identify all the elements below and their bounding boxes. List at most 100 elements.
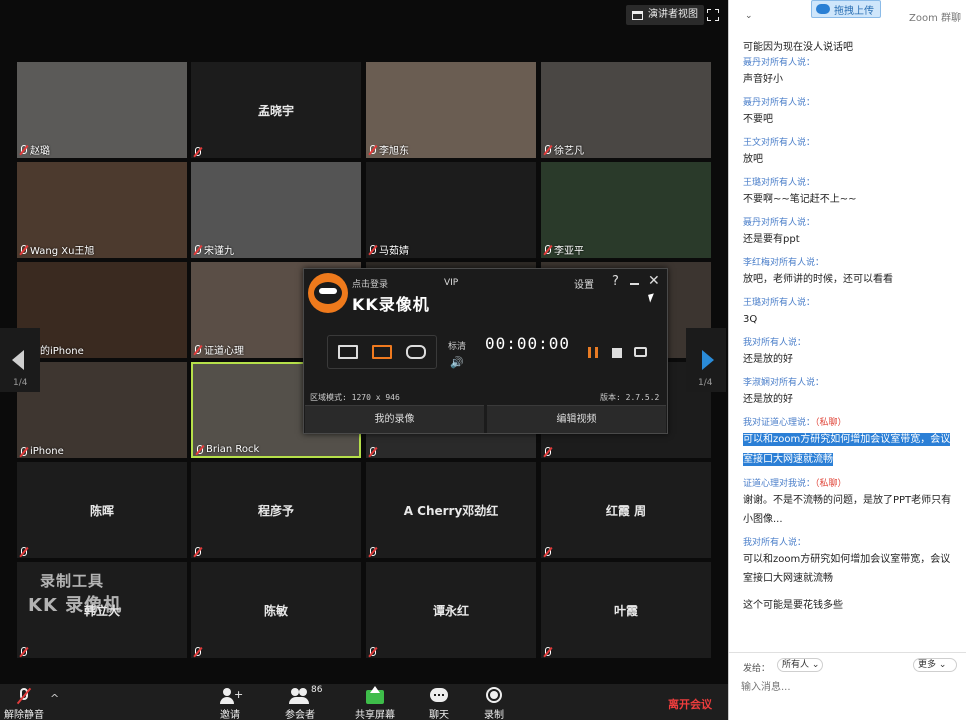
participants-label: 参会者 [285, 710, 315, 720]
vip-badge[interactable]: VIP [444, 278, 458, 288]
chat-sender: 证道心理对我说：（私聊） [743, 478, 953, 491]
speaker-view-button[interactable]: 演讲者视图 [626, 5, 704, 25]
chat-sender: 王文对所有人说： [743, 137, 953, 150]
chat-message: 王璐对所有人说： 不要啊~~笔记赶不上~~ [743, 177, 953, 209]
send-to-select[interactable]: 所有人 ⌄ [777, 658, 823, 672]
chat-text: 还是要有ppt [743, 234, 800, 245]
drag-upload-button[interactable]: 拖拽上传 [811, 0, 881, 18]
participant-label: 宋谨九 [193, 242, 234, 257]
region-mode-icon[interactable] [372, 345, 392, 359]
participant-label: 马茹婧 [368, 242, 409, 257]
muted-mic-icon [543, 547, 552, 557]
edit-video-button[interactable]: 编辑视频 [487, 405, 666, 433]
chat-title: Zoom 群聊 [909, 13, 962, 24]
invite-button[interactable]: + 邀请 [214, 686, 246, 720]
participant-tile[interactable]: 李亚平 [541, 162, 711, 258]
send-to-label: 发给： [743, 664, 771, 674]
fullscreen-icon[interactable] [707, 9, 719, 21]
more-button[interactable]: 更多 ⌄ [913, 658, 957, 672]
chat-text: 还是放的好 [743, 354, 793, 365]
participant-tile[interactable]: 徐艺凡 [541, 62, 711, 158]
chat-sender: 李红梅对所有人说： [743, 257, 953, 270]
chat-sender-name: 王文对所有人说： [743, 138, 816, 148]
participant-label [19, 647, 28, 657]
chat-message: 可能因为现在没人说话吧 [743, 38, 953, 57]
participant-tile[interactable]: 谭永红 [366, 562, 536, 658]
participant-label [193, 547, 202, 557]
chat-sender-name: 证道心理对我说： [743, 479, 816, 489]
participant-tile[interactable]: A Cherry邓劲红 [366, 462, 536, 558]
muted-mic-icon [19, 647, 28, 657]
participant-label [543, 447, 552, 457]
participant-label: iPhone [19, 446, 64, 457]
chat-message: 王璐对所有人说： 3Q [743, 297, 953, 329]
participant-name: 陈晖 [89, 504, 114, 518]
participant-tile[interactable]: 红的iPhone [17, 262, 187, 358]
chat-sender-name: 王璐对所有人说： [743, 178, 816, 188]
participant-tile[interactable]: Wang Xu王旭 [17, 162, 187, 258]
participant-tile[interactable]: 陈晖 [17, 462, 187, 558]
chat-message: 聂丹对所有人说： 声音好小 [743, 57, 953, 89]
muted-mic-icon [368, 244, 377, 255]
participant-video-name: 证道心理 [204, 346, 244, 357]
pause-icon[interactable] [588, 347, 598, 358]
participant-tile[interactable]: 红霞 周 [541, 462, 711, 558]
chat-sender-name: 王璐对所有人说： [743, 298, 816, 308]
close-button[interactable]: ✕ [648, 273, 660, 289]
participant-tile[interactable]: iPhone [17, 362, 187, 458]
recorder-title: KK录像机 [352, 295, 430, 314]
page-indicator-left: 1/4 [13, 378, 28, 388]
audio-options-icon[interactable]: ^ [50, 692, 59, 705]
chat-bubble-icon [429, 686, 449, 706]
chevron-down-icon[interactable]: ⌄ [745, 11, 753, 21]
participant-tile[interactable]: 马茹婧 [366, 162, 536, 258]
chat-sender-name: 我对所有人说： [743, 338, 807, 348]
participant-label: Wang Xu王旭 [19, 242, 94, 257]
chat-text: 这个可能是要花钱多些 [743, 600, 843, 611]
camera-icon[interactable] [634, 347, 647, 357]
chat-sender-name: 我对证道心理说： [743, 418, 816, 428]
chat-sender-name: 聂丹对所有人说： [743, 58, 816, 68]
muted-mic-icon [19, 446, 28, 457]
participant-tile[interactable]: 叶霞 [541, 562, 711, 658]
quality-select[interactable]: 标清 [448, 339, 466, 352]
minimize-icon[interactable] [630, 283, 639, 285]
participant-label: 李旭东 [368, 142, 409, 157]
participant-tile[interactable]: 赵璐 [17, 62, 187, 158]
participant-tile[interactable]: 陈敏 [191, 562, 361, 658]
chat-message-input[interactable] [741, 677, 955, 697]
unmute-button[interactable]: 解除静音 [2, 686, 46, 720]
participant-video-name: Brian Rock [206, 444, 260, 455]
participant-label [19, 547, 28, 557]
record-button[interactable]: 录制 [480, 686, 508, 720]
login-link[interactable]: 点击登录 [352, 277, 388, 290]
participant-video-name: Wang Xu王旭 [30, 246, 95, 257]
chat-text: 3Q [743, 314, 758, 325]
leave-meeting-button[interactable]: 离开会议 [668, 696, 712, 712]
my-recordings-button[interactable]: 我的录像 [305, 405, 484, 433]
stop-icon[interactable] [612, 348, 622, 358]
participant-tile[interactable]: 孟晓宇 [191, 62, 361, 158]
game-mode-icon[interactable] [406, 345, 426, 359]
help-button[interactable]: ? [612, 274, 619, 289]
record-icon [484, 686, 504, 706]
participant-video-name: 马茹婧 [379, 246, 409, 257]
recorder-watermark: 录制工具 KK 录像机 [28, 570, 122, 617]
participant-tile[interactable]: 宋谨九 [191, 162, 361, 258]
participant-tile[interactable]: 李旭东 [366, 62, 536, 158]
participant-tile[interactable]: 程彦予 [191, 462, 361, 558]
participant-name: 红霞 周 [605, 504, 647, 518]
chat-text: 可能因为现在没人说话吧 [743, 42, 853, 53]
muted-mic-icon [195, 444, 204, 455]
fullscreen-mode-icon[interactable] [338, 345, 358, 359]
volume-icon[interactable]: 🔊 [450, 356, 464, 369]
muted-mic-icon [368, 647, 377, 657]
muted-mic-icon [368, 447, 377, 457]
muted-mic-icon [193, 147, 202, 157]
settings-button[interactable]: 设置 [574, 276, 594, 291]
muted-mic-icon [19, 144, 28, 155]
share-screen-button[interactable]: 共享屏幕 [352, 686, 398, 720]
region-mode-info: 区域模式: 1270 x 946 [310, 393, 400, 402]
chat-button[interactable]: 聊天 [424, 686, 454, 720]
participants-icon [289, 686, 311, 706]
